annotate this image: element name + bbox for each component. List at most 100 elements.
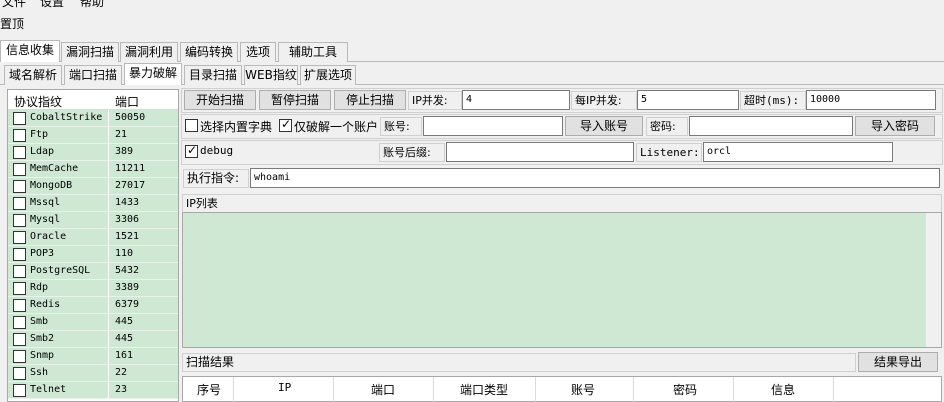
sub-tab-bar: 域名解析 端口扫描 暴力破解 目录扫描 WEB指纹 扩展选项 xyxy=(0,63,944,85)
protocol-row[interactable]: Snmp 161 xyxy=(8,348,178,365)
protocol-row[interactable]: Mysql 3306 xyxy=(8,212,178,229)
tab-brute-force[interactable]: 暴力破解 xyxy=(124,63,182,85)
col-info[interactable]: 信息 xyxy=(771,381,795,398)
protocol-checkbox[interactable] xyxy=(13,384,26,397)
pin-top-label[interactable]: 置顶 xyxy=(0,15,24,32)
import-account-button[interactable]: 导入账号 xyxy=(565,116,643,136)
password-input[interactable] xyxy=(689,116,853,136)
protocol-list[interactable]: 协议指纹 端口 CobaltStrike 50050 Ftp 21 Ldap 389 Mem… xyxy=(7,89,179,402)
exec-command-input[interactable]: whoami xyxy=(250,168,940,188)
protocol-checkbox[interactable] xyxy=(13,333,26,346)
column-header-port[interactable]: 端口 xyxy=(115,93,139,110)
col-index[interactable]: 序号 xyxy=(197,381,221,398)
tab-extended-options[interactable]: 扩展选项 xyxy=(300,65,356,85)
protocol-row[interactable]: Oracle 1521 xyxy=(8,229,178,246)
protocol-checkbox[interactable] xyxy=(13,350,26,363)
tab-encoding[interactable]: 编码转换 xyxy=(180,42,238,62)
scan-results-label: 扫描结果 xyxy=(182,353,856,372)
protocol-row[interactable]: MongoDB 27017 xyxy=(8,178,178,195)
protocol-checkbox[interactable] xyxy=(13,214,26,227)
crack-one-checkbox[interactable] xyxy=(279,117,292,132)
col-port-type[interactable]: 端口类型 xyxy=(460,381,508,398)
protocol-checkbox[interactable] xyxy=(13,367,26,380)
timeout-label: 超时(ms): xyxy=(740,91,806,110)
protocol-checkbox[interactable] xyxy=(13,180,26,193)
protocol-row[interactable]: PostgreSQL 5432 xyxy=(8,263,178,280)
column-header-protocol[interactable]: 协议指纹 xyxy=(14,93,62,110)
tab-info-gathering[interactable]: 信息收集 xyxy=(0,40,60,62)
protocol-name: Smb2 xyxy=(30,333,55,344)
protocol-checkbox[interactable] xyxy=(13,265,26,278)
ip-list-label: IP列表 xyxy=(182,194,942,213)
tab-vuln-exploit[interactable]: 漏洞利用 xyxy=(120,42,178,62)
protocol-port: 21 xyxy=(108,127,178,144)
protocol-port: 22 xyxy=(108,365,178,382)
menu-help[interactable]: 帮助 xyxy=(80,0,104,10)
protocol-checkbox[interactable] xyxy=(13,299,26,312)
protocol-checkbox[interactable] xyxy=(13,282,26,295)
tab-port-scan[interactable]: 端口扫描 xyxy=(64,65,122,85)
protocol-port: 6379 xyxy=(108,297,178,314)
col-ip[interactable]: IP xyxy=(278,381,291,394)
pause-scan-button[interactable]: 暂停扫描 xyxy=(259,90,331,110)
menu-file[interactable]: 文件 xyxy=(2,0,26,10)
protocol-row[interactable]: Ssh 22 xyxy=(8,365,178,382)
listener-label: Listener: xyxy=(636,143,702,162)
protocol-checkbox[interactable] xyxy=(13,248,26,261)
protocol-name: POP3 xyxy=(30,248,55,259)
timeout-input[interactable]: 10000 xyxy=(806,90,936,110)
stop-scan-button[interactable]: 停止扫描 xyxy=(334,90,406,110)
tab-domain-resolve[interactable]: 域名解析 xyxy=(4,65,62,85)
export-results-button[interactable]: 结果导出 xyxy=(858,352,938,372)
protocol-name: Smb xyxy=(30,316,49,327)
menu-bar: 文件 设置 帮助 xyxy=(0,0,944,9)
ip-concurrency-input[interactable]: 4 xyxy=(462,90,570,110)
protocol-checkbox[interactable] xyxy=(13,163,26,176)
protocol-checkbox[interactable] xyxy=(13,316,26,329)
account-input[interactable] xyxy=(423,116,563,136)
account-suffix-input[interactable] xyxy=(446,142,634,162)
protocol-checkbox[interactable] xyxy=(13,146,26,159)
tab-options[interactable]: 选项 xyxy=(240,42,276,62)
tab-dir-scan[interactable]: 目录扫描 xyxy=(184,65,242,85)
debug-label: debug xyxy=(200,144,234,157)
per-ip-concurrency-input[interactable]: 5 xyxy=(637,90,739,110)
protocol-name: Ftp xyxy=(30,129,49,140)
protocol-row[interactable]: Redis 6379 xyxy=(8,297,178,314)
ip-list-textarea[interactable] xyxy=(182,212,942,348)
protocol-name: Ldap xyxy=(30,146,55,157)
protocol-checkbox[interactable] xyxy=(13,231,26,244)
listener-input[interactable]: orcl xyxy=(703,142,893,162)
col-password[interactable]: 密码 xyxy=(673,381,697,398)
start-scan-button[interactable]: 开始扫描 xyxy=(184,90,256,110)
main-tab-bar: 信息收集 漏洞扫描 漏洞利用 编码转换 选项 辅助工具 xyxy=(0,40,944,62)
results-table-header: 序号 IP 端口 端口类型 账号 密码 信息 xyxy=(182,376,942,402)
debug-checkbox[interactable] xyxy=(185,143,198,158)
protocol-row[interactable]: Rdp 3389 xyxy=(8,280,178,297)
protocol-checkbox[interactable] xyxy=(13,112,26,125)
protocol-row[interactable]: Smb2 445 xyxy=(8,331,178,348)
protocol-row[interactable]: CobaltStrike 50050 xyxy=(8,110,178,127)
col-account[interactable]: 账号 xyxy=(571,381,595,398)
protocol-checkbox[interactable] xyxy=(13,197,26,210)
protocol-port: 23 xyxy=(108,382,178,399)
import-password-button[interactable]: 导入密码 xyxy=(855,116,935,136)
ip-list-scrollbar[interactable] xyxy=(925,213,941,347)
protocol-row[interactable]: POP3 110 xyxy=(8,246,178,263)
protocol-row[interactable]: Ftp 21 xyxy=(8,127,178,144)
protocol-row[interactable]: Ldap 389 xyxy=(8,144,178,161)
protocol-port: 389 xyxy=(108,144,178,161)
menu-settings[interactable]: 设置 xyxy=(40,0,64,10)
tab-aux-tools[interactable]: 辅助工具 xyxy=(278,42,348,62)
tab-vuln-scan[interactable]: 漏洞扫描 xyxy=(61,42,119,62)
protocol-row[interactable]: MemCache 11211 xyxy=(8,161,178,178)
protocol-row[interactable]: Mssql 1433 xyxy=(8,195,178,212)
protocol-row[interactable]: Telnet 23 xyxy=(8,382,178,399)
builtin-dict-checkbox[interactable] xyxy=(185,119,198,132)
protocol-checkbox[interactable] xyxy=(13,129,26,142)
tab-web-fingerprint[interactable]: WEB指纹 xyxy=(244,65,298,85)
protocol-name: Telnet xyxy=(30,384,67,395)
protocol-port: 445 xyxy=(108,331,178,348)
col-port[interactable]: 端口 xyxy=(371,381,395,398)
protocol-row[interactable]: Smb 445 xyxy=(8,314,178,331)
